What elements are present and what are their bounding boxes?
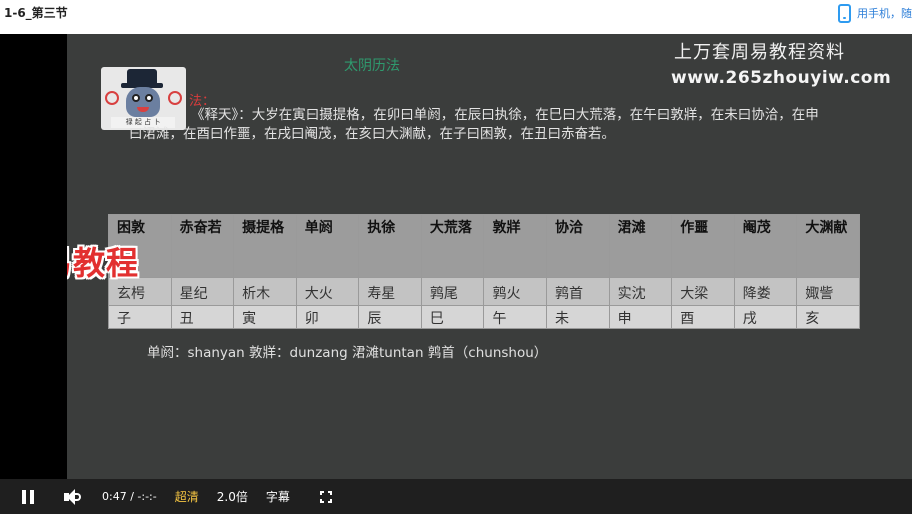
table-cell: 降娄 <box>733 277 798 306</box>
table-header-row: 困敦 赤奋若 摄提格 单阏 执徐 大荒落 敦牂 协洽 涒滩 作噩 阉茂 大渊献 <box>108 214 860 278</box>
table-row: 子 丑 寅 卯 辰 巳 午 未 申 酉 戌 亥 <box>108 305 860 329</box>
volume-icon[interactable] <box>64 488 84 505</box>
table-header-cell: 涒滩 <box>608 214 673 278</box>
mobile-watch-link[interactable]: 用手机，随 <box>838 3 912 23</box>
table-header-cell: 赤奋若 <box>170 214 235 278</box>
table-cell: 卯 <box>295 305 360 329</box>
player-controls: 0:47 / -:-:- 超清 2.0倍 字幕 <box>0 479 912 514</box>
table-header-cell: 协洽 <box>546 214 610 278</box>
top-bar: 1-6_第三节 用手机，随 <box>0 0 912 34</box>
table-cell: 戌 <box>733 305 798 329</box>
mobile-link-label: 用手机，随 <box>857 7 912 20</box>
table-cell: 未 <box>546 305 610 329</box>
table-cell: 丑 <box>170 305 235 329</box>
table-header-cell: 摄提格 <box>233 214 297 278</box>
pause-icon[interactable] <box>22 489 34 504</box>
table-header-cell: 敦牂 <box>483 214 548 278</box>
table-cell: 析木 <box>233 277 297 306</box>
watermark-line1: 上万套周易教程资料 <box>674 42 845 63</box>
brand-watermark: 九易教程 <box>67 244 140 282</box>
table-cell: 鹑首 <box>546 277 610 306</box>
table-cell: 鹑尾 <box>420 277 485 306</box>
table-cell: 大火 <box>295 277 360 306</box>
table-header-cell: 阉茂 <box>733 214 798 278</box>
table-row: 玄枵 星纪 析木 大火 寿星 鹑尾 鹑火 鹑首 实沈 大梁 降娄 娵訾 <box>108 277 860 306</box>
table-header-cell: 执徐 <box>358 214 422 278</box>
table-header-cell: 单阏 <box>295 214 360 278</box>
page-title: 1-6_第三节 <box>4 6 68 20</box>
table-cell: 子 <box>108 305 172 329</box>
table-cell: 巳 <box>420 305 485 329</box>
table-cell: 娵訾 <box>796 277 860 306</box>
table-cell: 大梁 <box>671 277 735 306</box>
year-name-table: 困敦 赤奋若 摄提格 单阏 执徐 大荒落 敦牂 协洽 涒滩 作噩 阉茂 大渊献 … <box>108 214 860 329</box>
watermark-url: www.265zhouyiw.com <box>671 68 892 88</box>
table-cell: 寅 <box>233 305 297 329</box>
table-header-cell: 作噩 <box>671 214 735 278</box>
time-display: 0:47 / -:-:- <box>102 490 157 503</box>
phone-icon <box>838 3 851 23</box>
video-player[interactable]: 太阴历法 上万套周易教程资料 www.265zhouyiw.com 法： 《释天… <box>0 34 912 514</box>
pinyin-note: 单阏：shanyan 敦牂：dunzang 涒滩tuntan 鹑首（chunsh… <box>147 345 548 361</box>
speed-button[interactable]: 2.0倍 <box>217 488 248 505</box>
fullscreen-icon[interactable] <box>319 490 332 503</box>
slide-paragraph: 《释天》：大岁在寅曰摄提格，在卯曰单阏，在辰曰执徐，在巳曰大荒落，在午曰敦牂，在… <box>129 107 819 142</box>
table-cell: 实沈 <box>608 277 673 306</box>
table-cell: 星纪 <box>170 277 235 306</box>
table-header-cell: 大荒落 <box>420 214 485 278</box>
table-cell: 寿星 <box>358 277 422 306</box>
slide-heading: 太阴历法 <box>344 58 400 74</box>
video-frame: 太阴历法 上万套周易教程资料 www.265zhouyiw.com 法： 《释天… <box>67 34 912 479</box>
table-cell: 午 <box>483 305 548 329</box>
table-cell: 鹑火 <box>483 277 548 306</box>
quality-button[interactable]: 超清 <box>175 488 199 505</box>
table-cell: 酉 <box>671 305 735 329</box>
table-header-cell: 大渊献 <box>796 214 860 278</box>
table-cell: 亥 <box>796 305 860 329</box>
table-cell: 申 <box>608 305 673 329</box>
table-cell: 辰 <box>358 305 422 329</box>
subtitles-button[interactable]: 字幕 <box>266 488 290 505</box>
